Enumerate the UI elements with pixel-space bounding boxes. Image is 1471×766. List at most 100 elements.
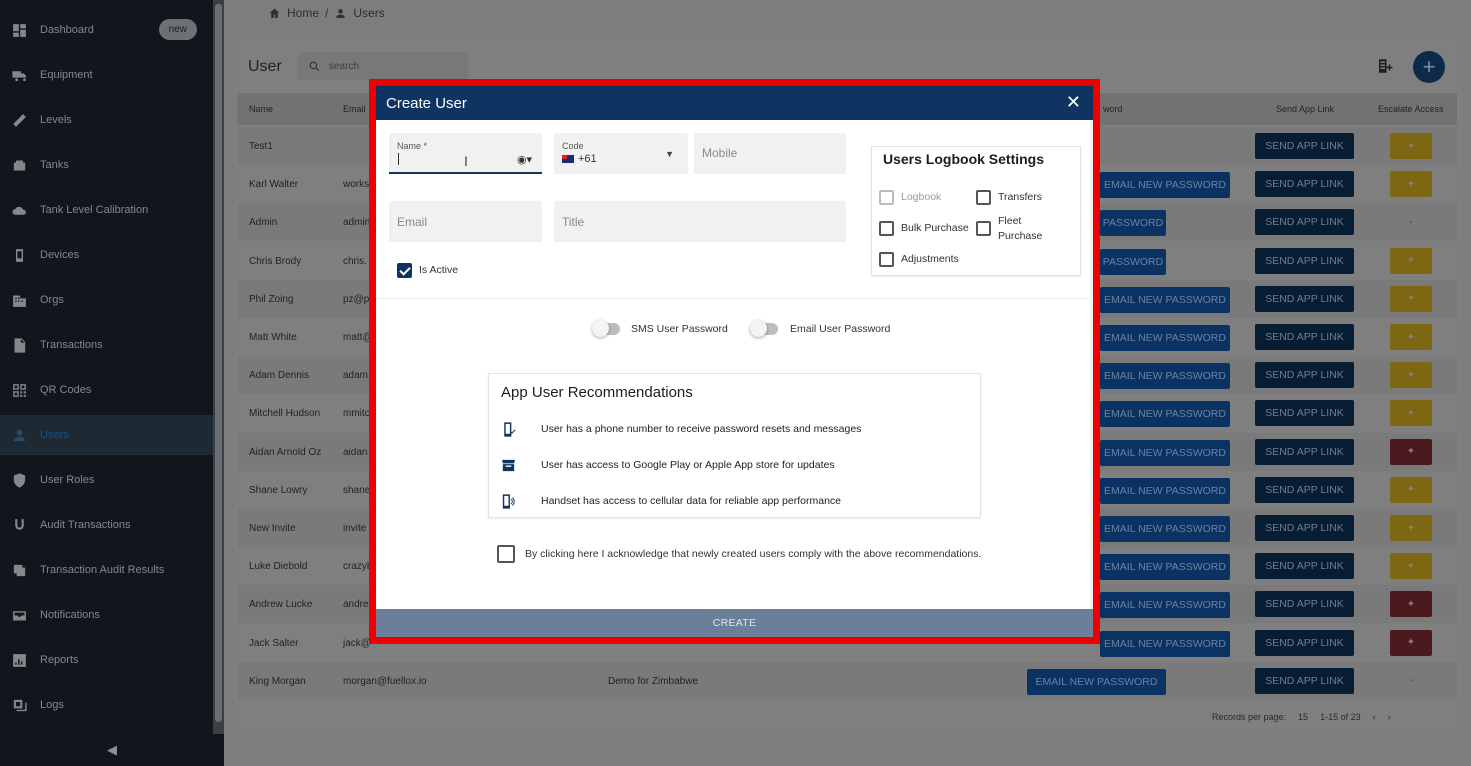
building-icon: [10, 291, 28, 309]
sidebar-item-tanks[interactable]: Tanks: [0, 145, 213, 185]
sidebar-item-levels[interactable]: Levels: [0, 100, 213, 140]
sidebar-item-notifications[interactable]: Notifications: [0, 595, 213, 635]
email-new-password-button[interactable]: EMAIL NEW PASSWORD: [1100, 554, 1230, 581]
send-app-link-button[interactable]: SEND APP LINK: [1255, 515, 1354, 541]
sidebar-item-label: Transaction Audit Results: [40, 564, 165, 576]
sidebar-item-orgs[interactable]: Orgs: [0, 280, 213, 320]
sidebar-item-user-roles[interactable]: User Roles: [0, 460, 213, 500]
email-password-toggle[interactable]: [750, 320, 778, 337]
escalate-access-button[interactable]: ✦: [1390, 553, 1432, 580]
email-new-password-button[interactable]: EMAIL NEW PASSWORD: [1100, 439, 1230, 466]
sidebar-item-transactions[interactable]: Transactions: [0, 325, 213, 365]
send-app-link-button[interactable]: SEND APP LINK: [1255, 400, 1354, 427]
table-row[interactable]: King Morgan morgan@fuellox.io Demo for Zim…: [237, 661, 1457, 700]
sidebar-item-qr-codes[interactable]: QR Codes: [0, 370, 213, 410]
create-button[interactable]: CREATE: [376, 609, 1093, 637]
header-email[interactable]: Email: [343, 104, 366, 114]
acknowledge-label: By clicking here I acknowledge that newl…: [525, 548, 982, 560]
sidebar-item-dashboard[interactable]: Dashboard new: [0, 10, 213, 50]
send-app-link-button[interactable]: SEND APP LINK: [1255, 591, 1354, 618]
send-app-link-button[interactable]: SEND APP LINK: [1255, 209, 1354, 236]
text-caret: [398, 153, 399, 165]
sidebar-item-users[interactable]: Users: [0, 415, 213, 455]
email-new-password-button[interactable]: PASSWORD: [1100, 248, 1166, 275]
search-input[interactable]: search: [298, 52, 468, 80]
account-select-icon[interactable]: ◉▾: [517, 153, 532, 166]
header-escalate-access: Escalate Access: [1378, 104, 1444, 114]
escalate-access-button[interactable]: ✦: [1390, 438, 1432, 465]
sidebar-scrollbar[interactable]: [213, 0, 224, 734]
email-new-password-button[interactable]: EMAIL NEW PASSWORD: [1100, 286, 1230, 313]
sidebar-item-equipment[interactable]: Equipment: [0, 55, 213, 95]
sidebar-item-audit-transactions[interactable]: Audit Transactions: [0, 505, 213, 545]
sidebar-collapse-button[interactable]: ◀: [0, 734, 224, 766]
send-app-link-button[interactable]: SEND APP LINK: [1255, 553, 1354, 580]
breadcrumb-separator: /: [325, 6, 329, 20]
name-field[interactable]: Name * I ◉▾: [389, 133, 542, 174]
send-app-link-button[interactable]: SEND APP LINK: [1255, 247, 1354, 274]
escalate-access-button[interactable]: ✦: [1390, 515, 1432, 541]
send-app-link-button[interactable]: SEND APP LINK: [1255, 285, 1354, 312]
logbook-checkbox[interactable]: [879, 190, 894, 205]
send-app-link-button[interactable]: SEND APP LINK: [1255, 324, 1354, 350]
is-active-checkbox[interactable]: [397, 263, 412, 278]
email-new-password-button[interactable]: EMAIL NEW PASSWORD: [1100, 592, 1230, 619]
country-code-select[interactable]: Code +61 ▼: [554, 133, 688, 174]
export-icon[interactable]: [1376, 57, 1394, 75]
sidebar-scrollbar-thumb[interactable]: [215, 4, 222, 722]
sidebar-item-devices[interactable]: Devices: [0, 235, 213, 275]
email-new-password-button[interactable]: PASSWORD: [1100, 210, 1166, 237]
escalate-access-button[interactable]: ✦: [1390, 324, 1432, 350]
escalate-access-button[interactable]: ✦: [1390, 400, 1432, 427]
email-new-password-button[interactable]: EMAIL NEW PASSWORD: [1100, 516, 1230, 542]
users-icon: ✦: [1406, 407, 1416, 419]
adjustments-checkbox[interactable]: [879, 252, 894, 267]
title-field[interactable]: Title: [554, 201, 846, 242]
cell-name: Jack Salter: [249, 637, 299, 649]
send-app-link-button[interactable]: SEND APP LINK: [1255, 362, 1354, 389]
close-icon[interactable]: ✕: [1066, 92, 1081, 112]
send-app-link-button[interactable]: SEND APP LINK: [1255, 667, 1354, 694]
escalate-access-button[interactable]: ✦: [1390, 133, 1432, 159]
email-new-password-button[interactable]: EMAIL NEW PASSWORD: [1027, 668, 1166, 695]
escalate-access-button[interactable]: ✦: [1390, 285, 1432, 312]
email-new-password-button[interactable]: EMAIL NEW PASSWORD: [1100, 325, 1230, 351]
sidebar-item-label: Logs: [40, 699, 64, 711]
add-user-button[interactable]: +: [1413, 51, 1445, 83]
email-new-password-button[interactable]: EMAIL NEW PASSWORD: [1100, 363, 1230, 390]
fleet-purchase-checkbox[interactable]: [976, 221, 991, 236]
escalate-access-button[interactable]: ✦: [1390, 591, 1432, 618]
sidebar-item-label: QR Codes: [40, 384, 92, 396]
send-app-link-button[interactable]: SEND APP LINK: [1255, 438, 1354, 465]
bulk-purchase-checkbox[interactable]: [879, 221, 894, 236]
sidebar-item-tank-level-calibration[interactable]: Tank Level Calibration: [0, 190, 213, 230]
escalate-access-button[interactable]: ✦: [1390, 362, 1432, 389]
send-app-link-button[interactable]: SEND APP LINK: [1255, 476, 1354, 503]
escalate-access-button[interactable]: ✦: [1390, 476, 1432, 503]
next-page-icon[interactable]: ›: [1388, 712, 1391, 722]
send-app-link-button[interactable]: SEND APP LINK: [1255, 171, 1354, 198]
sidebar-item-transaction-audit-results[interactable]: Transaction Audit Results: [0, 550, 213, 590]
email-new-password-button[interactable]: EMAIL NEW PASSWORD: [1100, 630, 1230, 657]
transfers-checkbox[interactable]: [976, 190, 991, 205]
per-page-select[interactable]: 15: [1298, 712, 1308, 722]
escalate-access-button[interactable]: ✦: [1390, 247, 1432, 274]
prev-page-icon[interactable]: ‹: [1373, 712, 1376, 722]
sidebar-item-reports[interactable]: Reports: [0, 640, 213, 680]
email-new-password-button[interactable]: EMAIL NEW PASSWORD: [1100, 401, 1230, 428]
header-name[interactable]: Name: [249, 104, 273, 114]
acknowledge-checkbox[interactable]: [497, 545, 515, 563]
send-app-link-button[interactable]: SEND APP LINK: [1255, 133, 1354, 159]
email-new-password-button[interactable]: EMAIL NEW PASSWORD: [1100, 172, 1230, 199]
sms-password-toggle[interactable]: [592, 320, 620, 337]
send-app-link-button[interactable]: SEND APP LINK: [1255, 629, 1354, 656]
escalate-access-button[interactable]: ✦: [1390, 171, 1432, 198]
escalate-access-button[interactable]: ✦: [1390, 629, 1432, 656]
sidebar-item-logs[interactable]: Logs: [0, 685, 213, 725]
dialog-scrollbar[interactable]: [1090, 120, 1093, 609]
email-field[interactable]: Email: [389, 201, 542, 242]
mobile-field[interactable]: Mobile: [694, 133, 846, 174]
email-new-password-button[interactable]: EMAIL NEW PASSWORD: [1100, 477, 1230, 504]
recommendations-title: App User Recommendations: [501, 384, 693, 401]
breadcrumb-home[interactable]: Home: [287, 6, 319, 20]
